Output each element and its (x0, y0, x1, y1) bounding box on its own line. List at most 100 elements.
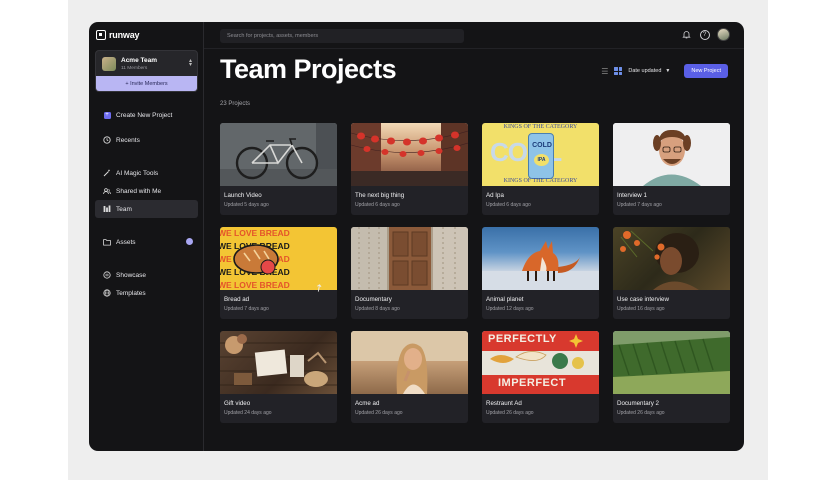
woman-portrait-illustration (351, 331, 468, 394)
grid-view-icon[interactable] (614, 67, 623, 75)
sidebar-item-label: Assets (116, 238, 136, 246)
sort-dropdown[interactable]: Date updated ▼ (628, 68, 670, 74)
project-title: Ad Ipa (486, 192, 504, 199)
logo-text: runway (109, 30, 140, 40)
project-updated: Updated 6 days ago (486, 202, 531, 208)
switch-team-icon[interactable]: ▴ ▾ (189, 58, 192, 68)
view-controls: ☰ Date updated ▼ New Project (601, 64, 728, 78)
project-thumbnail[interactable] (220, 331, 337, 394)
sidebar-item-team[interactable]: Team (95, 200, 198, 218)
user-avatar[interactable] (717, 28, 730, 41)
project-title: Bread ad (224, 296, 250, 303)
sidebar-item-showcase[interactable]: Showcase (95, 266, 198, 284)
project-thumbnail[interactable]: PERFECTLY IMPERFECT (482, 331, 599, 394)
header-actions: ? (681, 28, 730, 41)
lanterns-illustration (351, 123, 468, 186)
project-card[interactable]: PERFECTLY IMPERFECT Restraunt Ad Updated… (482, 331, 599, 423)
project-thumbnail[interactable] (613, 331, 730, 394)
flowers-portrait-illustration (620, 230, 699, 290)
project-title: Launch Video (224, 192, 262, 199)
gift-flatlay-illustration (220, 334, 337, 387)
sidebar-item-label: Recents (116, 136, 140, 144)
project-updated: Updated 24 days ago (224, 410, 272, 416)
project-thumbnail[interactable] (220, 123, 337, 186)
sidebar: runway Acme Team 11 Members ▴ ▾ + Invite … (89, 22, 204, 451)
runway-logo[interactable]: runway (96, 30, 140, 40)
list-view-icon[interactable]: ☰ (601, 67, 608, 76)
beer-can-brand: COLD (532, 142, 552, 149)
main-content: Search for projects, assets, members ? T… (204, 22, 744, 451)
beer-top-text: KINGS OF THE CATEGORY (503, 124, 578, 130)
help-icon[interactable]: ? (699, 29, 710, 40)
invite-members-button[interactable]: + Invite Members (96, 76, 197, 91)
sidebar-item-create-new-project[interactable]: + Create New Project (95, 106, 198, 124)
project-thumbnail[interactable]: KINGS OF THE CATEGORY COOL COLD IPA KING… (482, 123, 599, 186)
new-project-button[interactable]: New Project (684, 64, 728, 78)
project-title: Animal planet (486, 296, 524, 303)
project-card[interactable]: The next big thing Updated 6 days ago (351, 123, 468, 215)
project-card[interactable]: Acme ad Updated 26 days ago (351, 331, 468, 423)
team-name: Acme Team (121, 57, 158, 64)
app-window: runway Acme Team 11 Members ▴ ▾ + Invite … (89, 22, 744, 451)
field-illustration (613, 331, 730, 394)
bicycle-illustration (220, 123, 337, 186)
project-updated: Updated 5 days ago (224, 202, 269, 208)
sidebar-item-ai-magic-tools[interactable]: AI Magic Tools (95, 164, 198, 182)
shared-icon (103, 187, 111, 195)
project-title: Interview 1 (617, 192, 647, 199)
showcase-icon (103, 271, 111, 279)
sidebar-item-label: Templates (116, 289, 146, 297)
project-card[interactable]: WE LOVE BREAD WE LOVE BREAD WE LOVE BREA… (220, 227, 337, 319)
sidebar-item-label: Create New Project (116, 111, 173, 119)
sidebar-item-recents[interactable]: Recents (95, 131, 198, 149)
bread-line-5: WE LOVE BREAD (220, 280, 290, 290)
project-title: Gift video (224, 400, 251, 407)
sort-label: Date updated (628, 68, 662, 74)
project-thumbnail[interactable] (613, 123, 730, 186)
bread-line-1: WE LOVE BREAD (220, 228, 290, 238)
sidebar-item-assets[interactable]: Assets (95, 233, 198, 251)
sidebar-item-label: AI Magic Tools (116, 169, 159, 177)
project-updated: Updated 7 days ago (224, 306, 269, 312)
search-input[interactable]: Search for projects, assets, members (220, 29, 464, 43)
project-card[interactable]: KINGS OF THE CATEGORY COOL COLD IPA KING… (482, 123, 599, 215)
project-updated: Updated 26 days ago (486, 410, 534, 416)
project-updated: Updated 26 days ago (617, 410, 665, 416)
sidebar-item-label: Shared with Me (116, 187, 162, 195)
project-title: The next big thing (355, 192, 405, 199)
plus-icon: + (103, 111, 111, 119)
bell-icon[interactable] (681, 29, 692, 40)
project-title: Documentary 2 (617, 400, 659, 407)
project-card[interactable]: Documentary Updated 8 days ago (351, 227, 468, 319)
team-avatar (102, 57, 116, 71)
project-updated: Updated 16 days ago (617, 306, 665, 312)
project-thumbnail[interactable] (351, 227, 468, 290)
project-title: Documentary (355, 296, 392, 303)
folder-icon (103, 238, 111, 246)
beer-bottom-text: KINGS OF THE CATEGORY (503, 178, 578, 184)
project-card[interactable]: Use case interview Updated 16 days ago (613, 227, 730, 319)
sidebar-item-shared-with-me[interactable]: Shared with Me (95, 182, 198, 200)
fox-illustration (482, 241, 599, 290)
project-card[interactable]: Gift video Updated 24 days ago (220, 331, 337, 423)
team-member-count: 11 Members (121, 66, 148, 71)
sidebar-item-templates[interactable]: Templates (95, 284, 198, 302)
project-thumbnail[interactable] (482, 227, 599, 290)
team-switcher[interactable]: Acme Team 11 Members ▴ ▾ + Invite Members (95, 50, 198, 92)
project-card[interactable]: Documentary 2 Updated 26 days ago (613, 331, 730, 423)
project-title: Use case interview (617, 296, 669, 303)
project-thumbnail[interactable] (351, 331, 468, 394)
chevron-down-icon: ▼ (665, 68, 671, 74)
project-card[interactable]: Animal planet Updated 12 days ago (482, 227, 599, 319)
project-thumbnail[interactable] (613, 227, 730, 290)
project-card[interactable]: Interview 1 Updated 7 days ago (613, 123, 730, 215)
project-card[interactable]: Launch Video Updated 5 days ago (220, 123, 337, 215)
project-title: Acme ad (355, 400, 380, 407)
portrait-illustration (613, 123, 730, 186)
perfect-bottom-text: IMPERFECT (498, 377, 567, 389)
project-thumbnail[interactable] (351, 123, 468, 186)
assets-status-dot (186, 238, 193, 245)
page-background: runway Acme Team 11 Members ▴ ▾ + Invite … (0, 0, 840, 480)
bread-sticker (233, 244, 279, 275)
beer-can: COLD IPA (528, 133, 554, 179)
